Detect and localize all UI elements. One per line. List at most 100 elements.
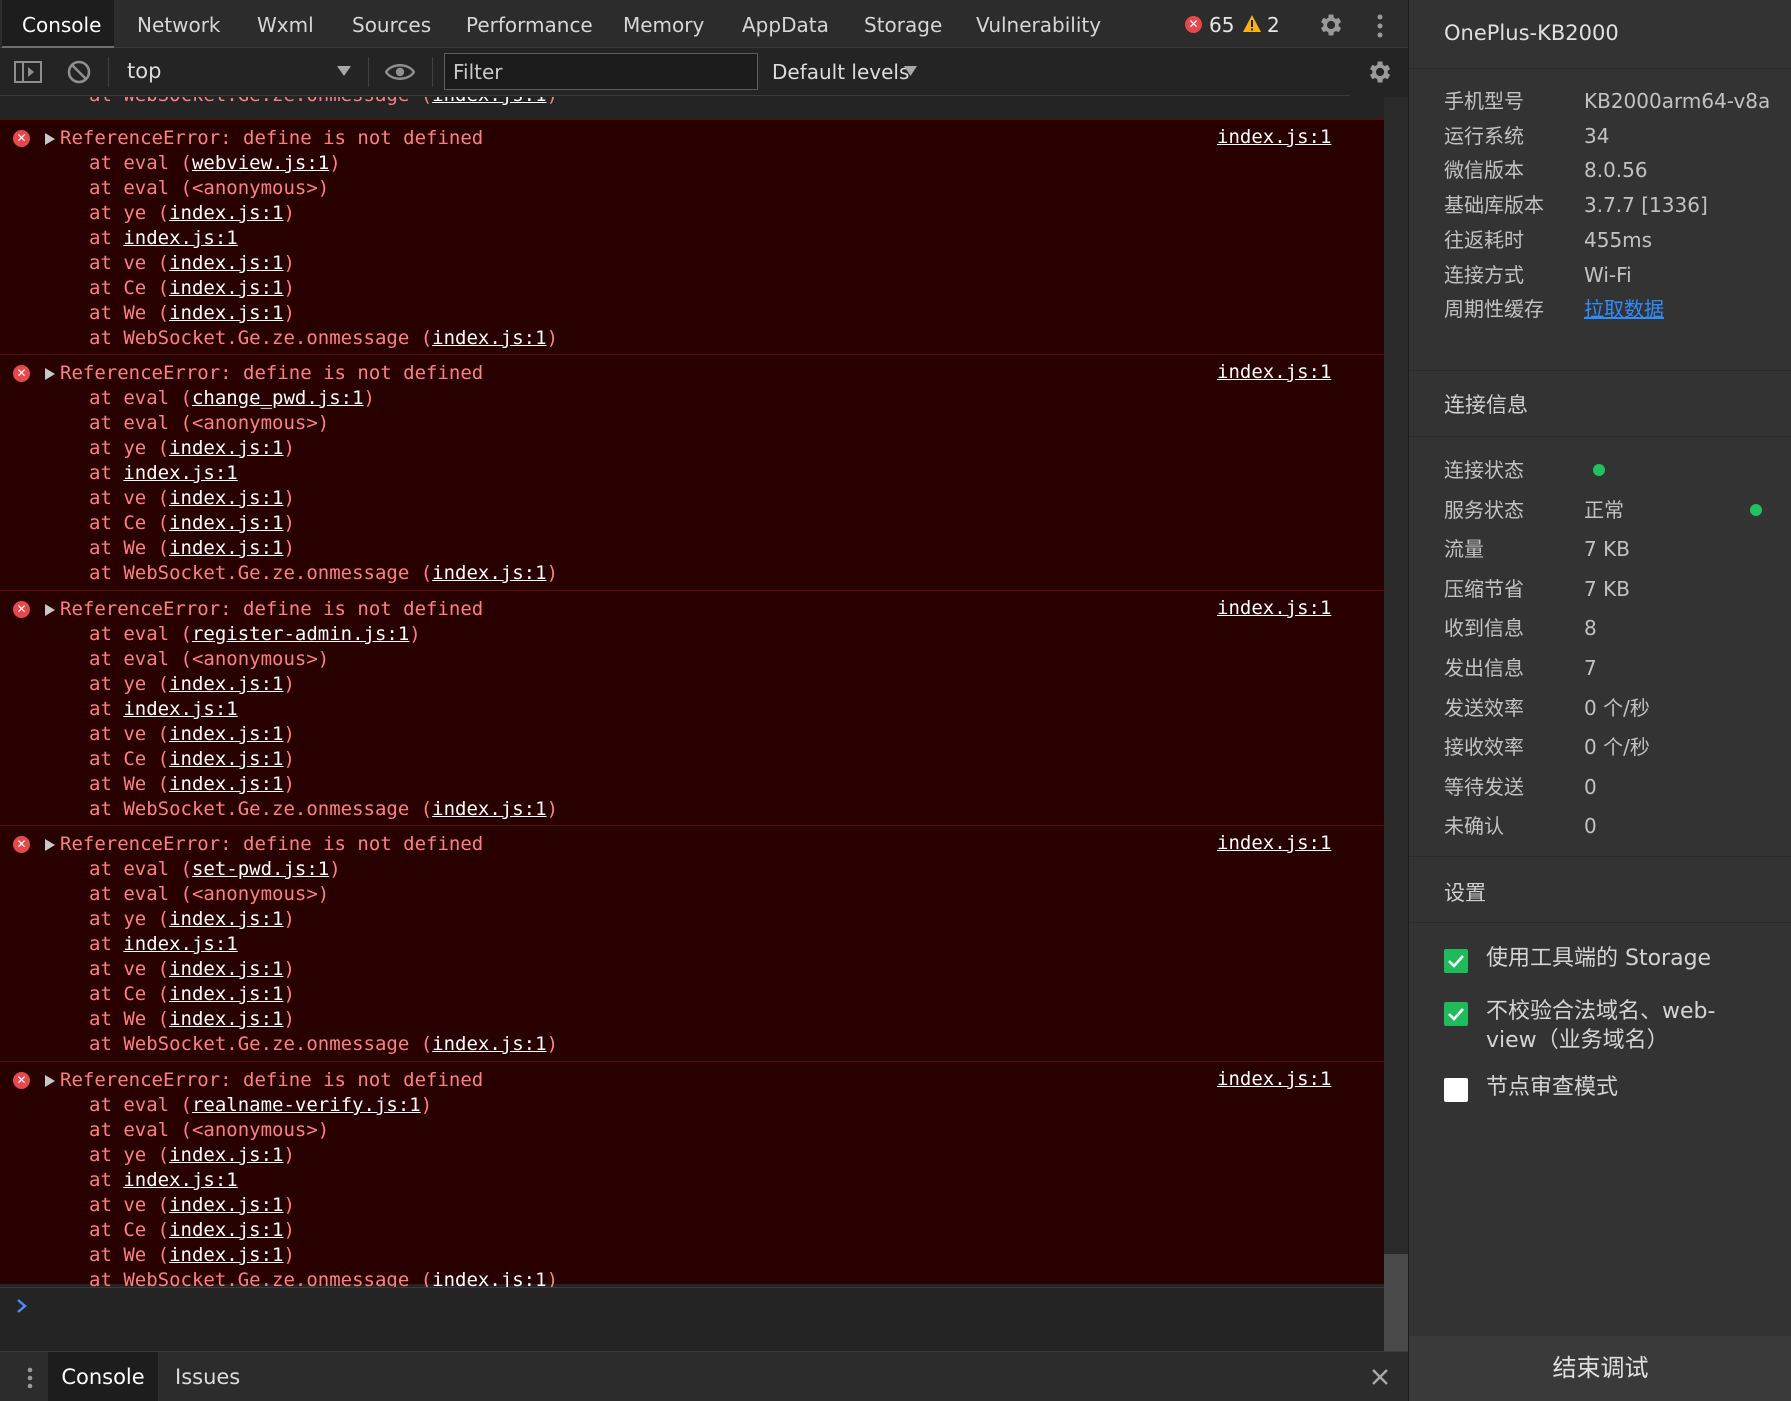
source-link[interactable]: index.js:1	[432, 562, 546, 584]
source-link[interactable]: index.js:1	[169, 537, 283, 559]
source-link[interactable]: index.js:1	[123, 698, 237, 720]
source-link[interactable]: index.js:1	[169, 437, 283, 459]
drawer-tab-console[interactable]: Console	[48, 1352, 158, 1401]
source-link[interactable]: index.js:1	[432, 1269, 546, 1287]
prompt-chevron-icon	[17, 1299, 27, 1313]
info-value: 7	[1584, 656, 1597, 680]
source-link[interactable]: index.js:1	[1217, 597, 1331, 619]
checkbox[interactable]	[1444, 1002, 1468, 1026]
drawer-tab-issues[interactable]: Issues	[175, 1352, 240, 1401]
stack-frame: at index.js:1	[89, 698, 238, 720]
source-link[interactable]: index.js:1	[1217, 1068, 1331, 1090]
stack-frame: at eval (change_pwd.js:1)	[89, 387, 375, 409]
error-log-entry[interactable]: ✕ ReferenceError: define is not defined in…	[0, 119, 1384, 354]
source-link[interactable]: index.js:1	[169, 773, 283, 795]
source-link[interactable]: register-admin.js:1	[192, 623, 409, 645]
error-log-entry[interactable]: ✕ ReferenceError: define is not defined in…	[0, 354, 1384, 590]
source-link[interactable]: index.js:1	[123, 1169, 237, 1191]
source-link[interactable]: index.js:1	[1217, 361, 1331, 383]
source-link[interactable]: index.js:1	[169, 202, 283, 224]
source-link[interactable]: index.js:1	[169, 512, 283, 534]
source-link[interactable]: index.js:1	[1217, 126, 1331, 148]
source-link[interactable]: index.js:1	[169, 723, 283, 745]
source-link[interactable]: index.js:1	[169, 1219, 283, 1241]
tab-vulnerability[interactable]: Vulnerability	[976, 0, 1101, 48]
source-link[interactable]: index.js:1	[169, 1194, 283, 1216]
source-link[interactable]: index.js:1	[432, 798, 546, 820]
console-scrollbar-thumb[interactable]	[1384, 1254, 1408, 1351]
clear-console-icon[interactable]	[66, 59, 92, 85]
close-icon[interactable]	[1370, 1367, 1390, 1387]
more-vertical-icon[interactable]	[1372, 12, 1388, 40]
tab-sources[interactable]: Sources	[352, 0, 431, 48]
filter-input[interactable]	[444, 53, 758, 90]
tab-storage[interactable]: Storage	[864, 0, 942, 48]
info-label: 基础库版本	[1444, 193, 1544, 218]
source-link[interactable]: index.js:1	[432, 327, 546, 349]
expand-triangle-icon[interactable]	[45, 604, 55, 616]
source-link[interactable]: realname-verify.js:1	[192, 1094, 421, 1116]
info-value: 正常	[1584, 497, 1624, 522]
expand-triangle-icon[interactable]	[45, 368, 55, 380]
settings-gear-icon[interactable]	[1316, 11, 1344, 39]
chevron-down-icon[interactable]	[337, 66, 351, 76]
tab-performance[interactable]: Performance	[466, 0, 593, 48]
log-levels-dropdown[interactable]: Default levels	[772, 60, 909, 84]
tab-wxml[interactable]: Wxml	[257, 0, 314, 48]
checkbox[interactable]	[1444, 1078, 1468, 1102]
info-label: 接收效率	[1444, 735, 1524, 760]
fetch-data-link[interactable]: 拉取数据	[1584, 294, 1664, 324]
eye-icon[interactable]	[385, 60, 415, 84]
console-settings-gear-icon[interactable]	[1365, 58, 1393, 86]
error-log-entry[interactable]: ✕ ReferenceError: define is not defined in…	[0, 825, 1384, 1061]
context-selector[interactable]: top	[127, 59, 161, 83]
source-link[interactable]: index.js:1	[169, 487, 283, 509]
console-prompt[interactable]	[0, 1287, 1384, 1351]
tab-console[interactable]: Console	[2, 0, 114, 48]
source-link[interactable]: change_pwd.js:1	[192, 387, 364, 409]
source-link[interactable]: index.js:1	[169, 983, 283, 1005]
source-link[interactable]: index.js:1	[169, 1244, 283, 1266]
tab-memory[interactable]: Memory	[623, 0, 704, 48]
warning-count[interactable]: 2	[1267, 14, 1280, 36]
tab-appdata[interactable]: AppData	[742, 0, 829, 48]
error-log-entry[interactable]: ✕ ReferenceError: define is not defined in…	[0, 590, 1384, 825]
source-link[interactable]: index.js:1	[169, 277, 283, 299]
source-link[interactable]: index.js:1	[169, 908, 283, 930]
more-vertical-icon[interactable]	[24, 1365, 36, 1391]
tab-network[interactable]: Network	[137, 0, 221, 48]
console-scrollbar-track[interactable]	[1384, 97, 1408, 1351]
source-link[interactable]: index.js:1	[169, 302, 283, 324]
connection-info-row: 连接状态	[1444, 455, 1774, 485]
source-link[interactable]: set-pwd.js:1	[192, 858, 329, 880]
source-link[interactable]: index.js:1	[169, 958, 283, 980]
expand-triangle-icon[interactable]	[45, 133, 55, 145]
source-link[interactable]: index.js:1	[169, 252, 283, 274]
source-link[interactable]: webview.js:1	[192, 152, 329, 174]
error-message: ReferenceError: define is not defined	[60, 1069, 484, 1091]
error-log-entry[interactable]: ✕ ReferenceError: define is not defined in…	[0, 1061, 1384, 1287]
source-link[interactable]: index.js:1	[123, 933, 237, 955]
source-link[interactable]: index.js:1	[123, 227, 237, 249]
source-link[interactable]: index.js:1	[432, 97, 546, 106]
sidebar-toggle-icon[interactable]	[14, 61, 42, 83]
end-debug-button[interactable]: 结束调试	[1409, 1336, 1791, 1401]
source-link[interactable]: index.js:1	[432, 1033, 546, 1055]
expand-triangle-icon[interactable]	[45, 1075, 55, 1087]
source-link[interactable]: index.js:1	[1217, 832, 1331, 854]
source-link[interactable]: index.js:1	[123, 462, 237, 484]
chevron-down-icon[interactable]	[904, 66, 917, 76]
checkbox[interactable]	[1444, 949, 1468, 973]
stack-frame: at ye (index.js:1)	[89, 1144, 295, 1166]
source-link[interactable]: index.js:1	[169, 1144, 283, 1166]
info-value: 3.7.7 [1336]	[1584, 193, 1708, 218]
expand-triangle-icon[interactable]	[45, 839, 55, 851]
section-divider	[1409, 68, 1791, 69]
stack-frame: at index.js:1	[89, 1169, 238, 1191]
connection-info-row: 服务状态 正常	[1444, 495, 1774, 525]
source-link[interactable]: index.js:1	[169, 1008, 283, 1030]
stack-frame: at Ce (index.js:1)	[89, 983, 295, 1005]
source-link[interactable]: index.js:1	[169, 673, 283, 695]
checkbox-label: 不校验合法域名、web-view（业务域名）	[1486, 999, 1716, 1053]
source-link[interactable]: index.js:1	[169, 748, 283, 770]
